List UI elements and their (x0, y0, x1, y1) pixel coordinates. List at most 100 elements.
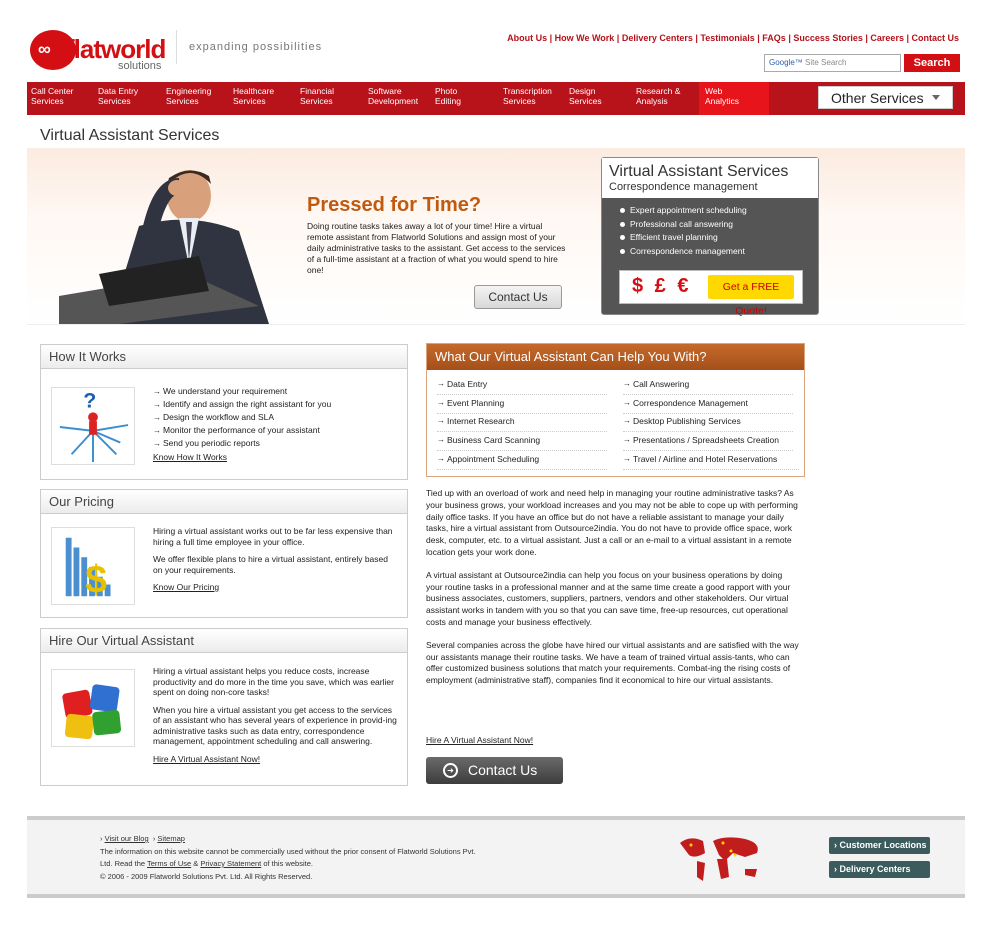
search-brand: Google™ (769, 58, 803, 67)
tagline: expanding possibilities (176, 30, 322, 64)
delivery-centers-button[interactable]: › Delivery Centers (829, 861, 930, 878)
dollar-chart-image: $ (51, 527, 135, 605)
nav-healthcare[interactable]: Healthcare Services (233, 86, 274, 106)
customer-locations-button[interactable]: › Customer Locations (829, 837, 930, 854)
list-item: Monitor the performance of your assistan… (153, 424, 399, 437)
help-item-event-planning[interactable]: Event Planning (437, 396, 607, 414)
know-our-pricing-link[interactable]: Know Our Pricing (153, 582, 399, 593)
help-item-business-card-scanning[interactable]: Business Card Scanning (437, 433, 607, 451)
list-item: Expert appointment scheduling (620, 204, 818, 218)
main-paragraph-3: Several companies across the globe have … (426, 639, 799, 686)
va-services-box: Virtual Assistant Services Correspondenc… (601, 157, 819, 317)
nav-call-center[interactable]: Call Center Services (31, 86, 74, 106)
hire-text-2: When you hire a virtual assistant you ge… (153, 704, 397, 747)
nav-design[interactable]: Design Services (569, 86, 602, 106)
pricing-body: Hiring a virtual assistant works out to … (153, 526, 399, 593)
top-links: About Us | How We Work | Delivery Center… (507, 33, 959, 43)
other-services-label: Other Services (831, 90, 924, 106)
link-about-us[interactable]: About Us (507, 33, 547, 43)
question-figure-image: ? (51, 387, 135, 465)
hire-panel: Hire Our Virtual Assistant Hiring a virt… (40, 628, 408, 786)
copyright: © 2006 - 2009 Flatworld Solutions Pvt. L… (100, 871, 313, 881)
contact-label: Contact Us (468, 762, 538, 778)
list-item: Identify and assign the right assistant … (153, 398, 399, 411)
footer-text: › Visit our Blog › Sitemap The informati… (100, 833, 580, 883)
list-item: Efficient travel planning (620, 231, 818, 245)
nav-engineering[interactable]: Engineering Services (166, 86, 211, 106)
link-contact-us[interactable]: Contact Us (911, 33, 959, 43)
footer-amp: & (193, 859, 199, 868)
link-testimonials[interactable]: Testimonials (700, 33, 754, 43)
list-item: Professional call answering (620, 218, 818, 232)
search-placeholder: Site Search (805, 58, 847, 67)
link-faqs[interactable]: FAQs (762, 33, 786, 43)
how-it-works-panel: How It Works ? We understand your requir… (40, 344, 408, 480)
panel-title: Hire Our Virtual Assistant (41, 629, 407, 653)
panel-title: Our Pricing (41, 490, 407, 514)
va-box-subtitle: Correspondence management (609, 181, 758, 193)
main-contact-button[interactable]: ➜ Contact Us (426, 757, 563, 784)
free-quote-button[interactable]: Get a FREE Quote! (708, 275, 794, 317)
terms-link[interactable]: Terms of Use (147, 859, 191, 868)
header: ∞ flatworld solutions expanding possibil… (0, 0, 965, 82)
help-item-call-answering[interactable]: Call Answering (623, 377, 793, 395)
arrow-circle-icon: ➜ (443, 763, 458, 778)
help-item-data-entry[interactable]: Data Entry (437, 377, 607, 395)
nav-software[interactable]: Software Development (368, 86, 418, 106)
pricing-text-2: We offer flexible plans to hire a virtua… (153, 554, 388, 575)
hire-assistant-main-link[interactable]: Hire A Virtual Assistant Now! (426, 735, 533, 745)
link-delivery-centers[interactable]: Delivery Centers (622, 33, 693, 43)
main-content: Tied up with an overload of work and nee… (426, 488, 801, 698)
link-how-we-work[interactable]: How We Work (555, 33, 615, 43)
visit-blog-link[interactable]: Visit our Blog (105, 834, 149, 843)
banner-heading: Pressed for Time? (307, 194, 482, 216)
hero-banner: Pressed for Time? Doing routine tasks ta… (27, 148, 965, 325)
nav-transcription[interactable]: Transcription Services (503, 86, 552, 106)
sitemap-link[interactable]: Sitemap (157, 834, 185, 843)
hire-text-1: Hiring a virtual assistant helps you red… (153, 666, 394, 697)
help-with-box: What Our Virtual Assistant Can Help You … (426, 343, 805, 477)
quote-panel: $ £ € Get a FREE Quote! (619, 270, 803, 317)
help-item-presentations[interactable]: Presentations / Spreadsheets Creation (623, 433, 793, 451)
nav-data-entry[interactable]: Data Entry Services (98, 86, 138, 106)
know-how-it-works-link[interactable]: Know How It Works (153, 452, 399, 463)
help-item-internet-research[interactable]: Internet Research (437, 414, 607, 432)
help-item-correspondence[interactable]: Correspondence Management (623, 396, 793, 414)
how-it-works-body: We understand your requirement Identify … (153, 385, 399, 463)
help-box-title: What Our Virtual Assistant Can Help You … (427, 344, 804, 370)
chevron-down-icon (932, 95, 940, 100)
nav-photo-editing[interactable]: Photo Editing (435, 86, 461, 106)
main-paragraph-1: Tied up with an overload of work and nee… (426, 488, 798, 557)
footer: › Visit our Blog › Sitemap The informati… (27, 816, 965, 898)
world-map-image (680, 837, 758, 881)
hire-assistant-link[interactable]: Hire A Virtual Assistant Now! (153, 754, 399, 765)
list-item: We understand your requirement (153, 385, 399, 398)
svg-text:?: ? (83, 388, 96, 412)
currency-symbols: $ £ € (632, 275, 692, 297)
privacy-link[interactable]: Privacy Statement (200, 859, 261, 868)
list-item: Correspondence management (620, 245, 818, 259)
pricing-text-1: Hiring a virtual assistant works out to … (153, 526, 393, 547)
main-paragraph-2: A virtual assistant at Outsource2india c… (426, 569, 791, 627)
search-button[interactable]: Search (904, 54, 960, 72)
help-item-desktop-publishing[interactable]: Desktop Publishing Services (623, 414, 793, 432)
nav-web-analytics[interactable]: Web Analytics (699, 82, 769, 115)
va-box-list: Expert appointment scheduling Profession… (602, 204, 818, 258)
nav-financial[interactable]: Financial Services (300, 86, 334, 106)
footer-line-1: The information on this website cannot b… (100, 846, 476, 856)
list-item: Design the workflow and SLA (153, 411, 399, 424)
link-careers[interactable]: Careers (870, 33, 904, 43)
help-item-appointment-scheduling[interactable]: Appointment Scheduling (437, 452, 607, 470)
logo[interactable]: ∞ flatworld solutions (30, 30, 170, 76)
nav-research[interactable]: Research & Analysis (636, 86, 680, 106)
help-item-travel[interactable]: Travel / Airline and Hotel Reservations (623, 452, 799, 470)
link-success-stories[interactable]: Success Stories (793, 33, 863, 43)
banner-text: Doing routine tasks takes away a lot of … (307, 221, 566, 275)
search-input[interactable]: Google™ Site Search (764, 54, 901, 72)
page-title: Virtual Assistant Services (40, 127, 220, 144)
pricing-panel: Our Pricing $ Hiring a virtual assistant… (40, 489, 408, 618)
footer-line-2a: Ltd. Read the (100, 859, 146, 868)
banner-contact-button[interactable]: Contact Us (474, 285, 562, 309)
logo-subtext: solutions (118, 60, 162, 72)
other-services-dropdown[interactable]: Other Services (818, 86, 953, 109)
